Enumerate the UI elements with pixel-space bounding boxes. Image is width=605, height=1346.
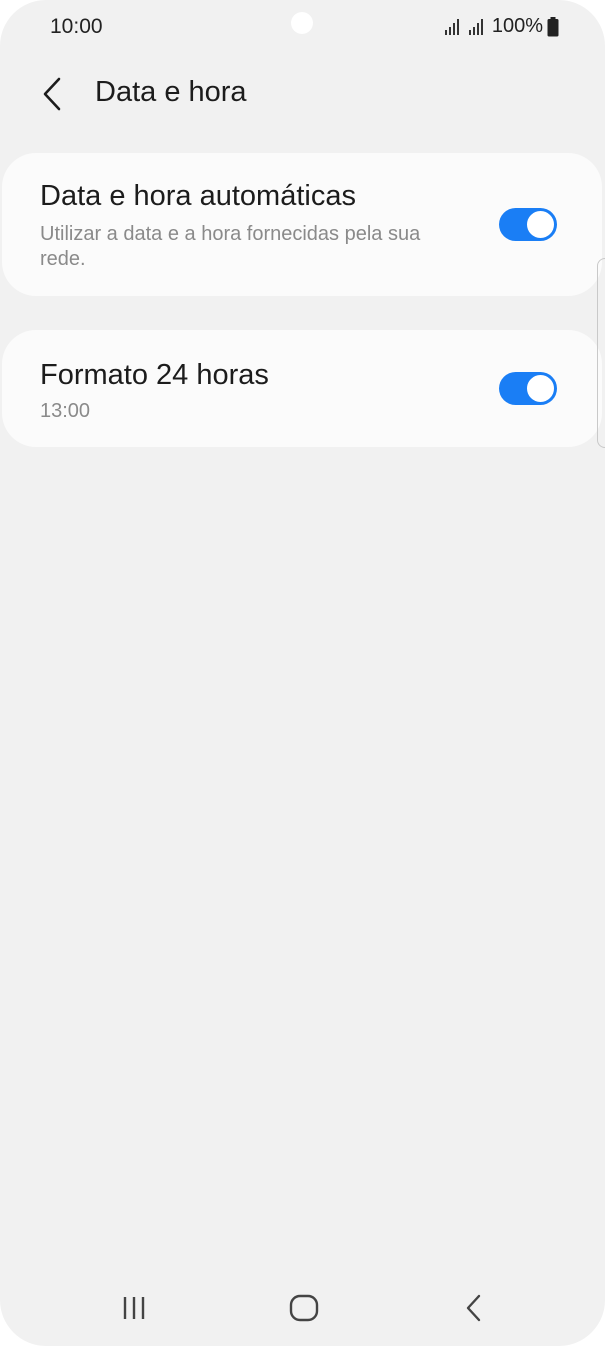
home-button[interactable] [274,1288,334,1328]
24-hour-format-toggle[interactable] [499,372,557,405]
battery-icon [547,16,559,36]
back-button[interactable] [30,70,74,118]
front-camera [291,12,313,34]
status-icons: 100% [444,15,559,38]
recent-apps-button[interactable] [105,1288,165,1328]
status-bar: 10:00 100% [0,0,605,56]
auto-date-time-toggle[interactable] [499,208,557,241]
setting-title: Data e hora automáticas [40,180,356,212]
nav-back-button[interactable] [444,1288,504,1328]
battery-percentage: 100% [491,15,543,37]
setting-title: Formato 24 horas [40,359,269,391]
status-time: 10:00 [50,15,103,38]
app-header: Data e hora [0,62,605,126]
chevron-left-icon [43,77,61,111]
auto-date-time-setting[interactable]: Data e hora automáticas Utilizar a data … [2,153,602,296]
setting-subtitle: Utilizar a data e a hora fornecidas pela… [40,223,421,270]
home-icon [289,1294,319,1322]
signal-icon [468,18,483,35]
toggle-knob [525,373,556,404]
signal-icon [444,18,459,35]
recent-apps-icon [123,1297,145,1319]
phone-screen: 10:00 100% Data e hora Data e hora autom… [0,0,605,1346]
page-title: Data e hora [95,76,247,108]
navigation-bar [0,1280,605,1336]
setting-subtitle: 13:00 [40,400,91,422]
edge-panel-handle[interactable] [597,258,605,448]
back-icon [466,1294,481,1322]
24-hour-format-setting[interactable]: Formato 24 horas 13:00 [2,330,602,447]
toggle-knob [525,209,556,240]
